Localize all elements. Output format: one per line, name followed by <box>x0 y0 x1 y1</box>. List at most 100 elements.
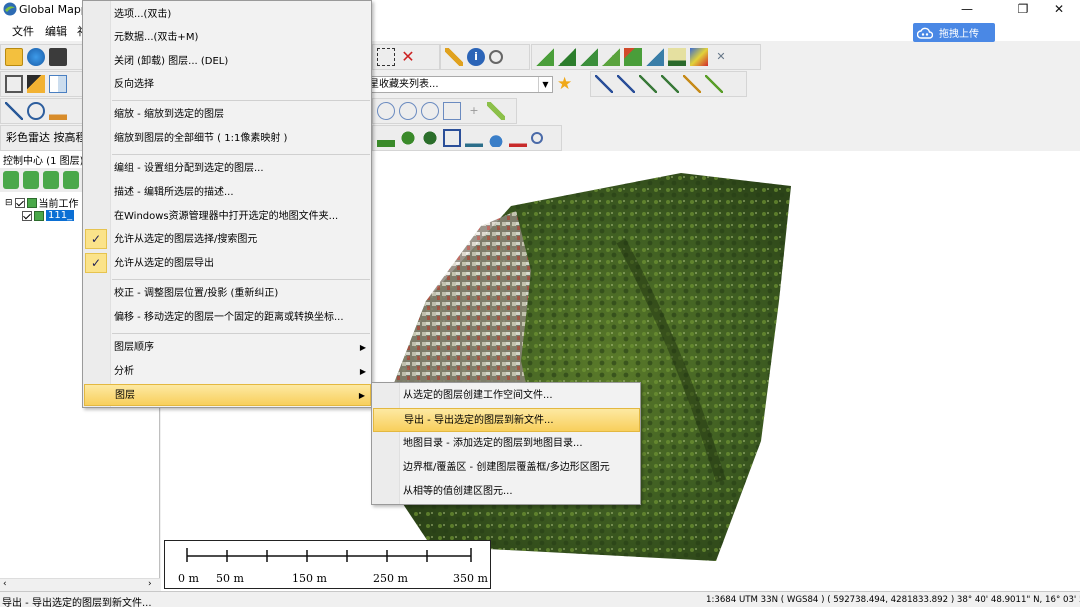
submenu-area-from-values[interactable]: 从相等的值创建区图元... <box>373 480 640 504</box>
menu-layer[interactable]: 图层 ▶ <box>84 384 371 406</box>
toolbar-file <box>0 44 85 70</box>
draw-line6-icon[interactable] <box>705 75 723 93</box>
vertex-icon[interactable] <box>377 102 395 120</box>
menu-zoom-full-detail-label: 缩放到图层的全部细节 ( 1:1像素映射 ) <box>114 133 288 144</box>
menu-shift[interactable]: 偏移 - 移动选定的图层一个固定的距离或转换坐标... <box>84 307 371 329</box>
submenu-map-catalog[interactable]: 地图目录 - 添加选定的图层到地图目录... <box>373 432 640 456</box>
view-shed-icon[interactable] <box>580 48 598 66</box>
shader-dropdown[interactable]: 彩色雷达 按高程 <box>6 129 87 145</box>
feature-height-icon[interactable] <box>509 129 527 147</box>
contour-icon[interactable] <box>602 48 620 66</box>
scale-label-50: 50 m <box>216 572 244 585</box>
digitize-icon[interactable] <box>27 75 45 93</box>
tree-layer-checkbox[interactable] <box>22 210 32 221</box>
tree-layer-label[interactable]: 111_ <box>46 210 75 221</box>
menu-describe[interactable]: 描述 - 编辑所选层的描述... <box>84 182 371 204</box>
close-button[interactable]: ✕ <box>1036 0 1080 19</box>
crosshair-icon[interactable]: + <box>465 102 483 120</box>
profile-icon[interactable] <box>49 102 67 120</box>
feature-tree2-icon[interactable] <box>421 129 439 147</box>
feature-water-icon[interactable] <box>487 129 505 147</box>
draw-line5-icon[interactable] <box>683 75 701 93</box>
control-center-toolbar <box>0 168 82 192</box>
grid-icon[interactable] <box>668 48 686 66</box>
menu-group[interactable]: 编组 - 设置组分配到选定的图层... <box>84 158 371 180</box>
menu-file[interactable]: 文件 <box>12 23 34 39</box>
vertex4-icon[interactable] <box>443 102 461 120</box>
layer-remove-icon[interactable] <box>43 171 59 189</box>
menu-invert-selection[interactable]: 反向选择 <box>84 74 371 96</box>
menu-open-folder[interactable]: 在Windows资源管理器中打开选定的地图文件夹... <box>84 206 371 228</box>
vertex3-icon[interactable] <box>421 102 439 120</box>
menu-zoom-layer[interactable]: 缩放 - 缩放到选定的图层 <box>84 104 371 126</box>
draw-line3-icon[interactable] <box>639 75 657 93</box>
control-center-title: 控制中心 (1 图层) <box>3 156 84 167</box>
feature-tree-icon[interactable] <box>399 129 417 147</box>
toolbar-features <box>372 125 562 151</box>
layer-panel-icon[interactable] <box>5 75 23 93</box>
favorite-star-icon[interactable]: ★ <box>557 75 575 93</box>
menu-allow-select[interactable]: 允许从选定的图层选择/搜索图元 <box>84 229 371 251</box>
tree-root[interactable]: ⊟ 当前工作 <box>5 195 79 210</box>
app-logo-icon <box>3 2 17 16</box>
tree-layer[interactable]: 111_ <box>22 210 75 221</box>
collapse-icon[interactable]: ⊟ <box>5 198 13 208</box>
select-box-icon[interactable] <box>377 48 395 66</box>
volume-icon[interactable] <box>646 48 664 66</box>
find-icon[interactable] <box>489 50 503 64</box>
feature-building-icon[interactable] <box>443 129 461 147</box>
menu-allow-export[interactable]: 允许从选定的图层导出 <box>84 253 371 275</box>
menu-rectify-label: 校正 - 调整图层位置/投影 (重新纠正) <box>114 288 279 299</box>
scroll-right-icon[interactable]: › <box>148 579 152 589</box>
ruler-icon[interactable] <box>487 102 505 120</box>
save-icon[interactable] <box>49 48 67 66</box>
tool-x-icon[interactable]: ✕ <box>712 48 730 66</box>
submenu-export-label: 导出 - 导出选定的图层到新文件... <box>404 415 554 426</box>
scroll-left-icon[interactable]: ‹ <box>3 579 7 589</box>
tree-root-checkbox[interactable] <box>14 197 25 208</box>
measure-icon[interactable] <box>5 102 23 120</box>
delete-icon[interactable]: ✕ <box>399 48 417 66</box>
feature-grass-icon[interactable] <box>377 129 395 147</box>
control-center-hscroll[interactable]: ‹ › <box>0 578 160 591</box>
chevron-down-icon[interactable]: ▼ <box>538 77 552 92</box>
menu-close-layer[interactable]: 关闭 (卸载) 图层... (DEL) <box>84 51 371 73</box>
layer-dropdown[interactable]: 星收藏夹列表... ▼ <box>365 76 553 93</box>
info-icon[interactable]: i <box>467 48 485 66</box>
submenu-export[interactable]: 导出 - 导出选定的图层到新文件... <box>373 408 640 432</box>
menu-layer-order[interactable]: 图层顺序 ▶ <box>84 337 371 359</box>
menu-metadata[interactable]: 元数据...(双击+M) <box>84 27 371 49</box>
draw-line4-icon[interactable] <box>661 75 679 93</box>
submenu-bounding-box[interactable]: 边界框/覆盖区 - 创建图层覆盖框/多边形区图元 <box>373 456 640 480</box>
menu-rectify[interactable]: 校正 - 调整图层位置/投影 (重新纠正) <box>84 283 371 305</box>
layer-props-icon[interactable] <box>63 171 79 189</box>
draw-line2-icon[interactable] <box>617 75 635 93</box>
vertex2-icon[interactable] <box>399 102 417 120</box>
pencil-icon[interactable] <box>445 48 463 66</box>
cloud-icon <box>917 27 933 39</box>
feature-pier-icon[interactable] <box>465 129 483 147</box>
open-folder-icon[interactable] <box>5 48 23 66</box>
feature-key-icon[interactable] <box>531 132 543 144</box>
menu-edit[interactable]: 编辑 <box>45 23 67 39</box>
zoom-layer-icon[interactable] <box>3 171 19 189</box>
menu-zoom-full-detail[interactable]: 缩放到图层的全部细节 ( 1:1像素映射 ) <box>84 128 371 150</box>
minimize-button[interactable]: — <box>944 0 990 19</box>
toolbar-vector: + <box>372 98 517 124</box>
upload-button[interactable]: 拖拽上传 <box>913 23 995 42</box>
menu-analysis[interactable]: 分析 ▶ <box>84 361 371 383</box>
scale-label-350: 350 m <box>453 572 488 585</box>
target-icon[interactable] <box>27 102 45 120</box>
layer-add-icon[interactable] <box>23 171 39 189</box>
terrain-icon[interactable] <box>536 48 554 66</box>
split-view-icon[interactable] <box>49 75 67 93</box>
globe-icon[interactable] <box>27 48 45 66</box>
terrain-shade-icon[interactable] <box>558 48 576 66</box>
draw-line-icon[interactable] <box>595 75 613 93</box>
submenu-create-workspace[interactable]: 从选定的图层创建工作空间文件... <box>373 384 640 408</box>
submenu-area-from-values-label: 从相等的值创建区图元... <box>403 486 513 497</box>
raster-calc-icon[interactable] <box>690 48 708 66</box>
menu-invert-selection-label: 反向选择 <box>114 79 154 90</box>
watershed-icon[interactable] <box>624 48 642 66</box>
menu-options[interactable]: 选项...(双击) <box>84 4 371 26</box>
